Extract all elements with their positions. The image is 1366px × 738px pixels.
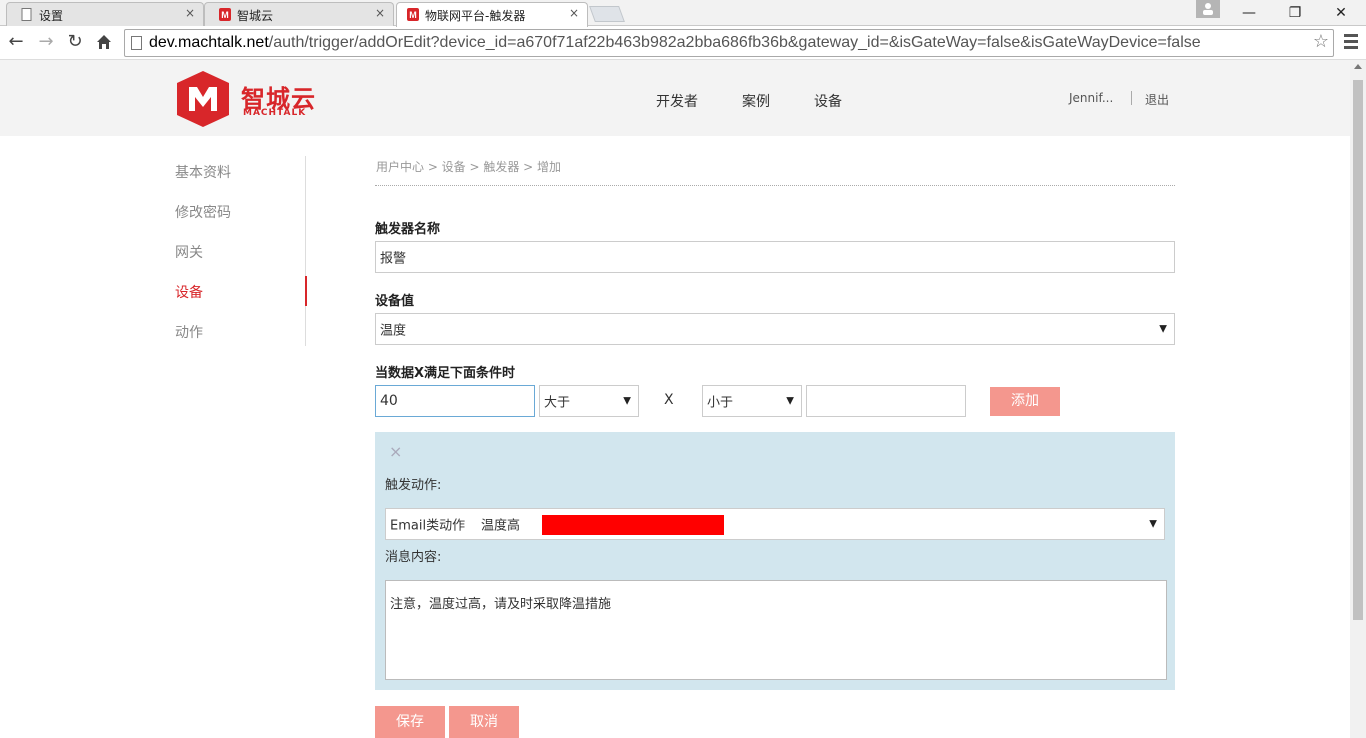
restore-button[interactable]: ❐	[1280, 2, 1310, 24]
condition-operator2-select[interactable]: 小于 ▼	[702, 385, 802, 417]
nav-cases[interactable]: 案例	[742, 91, 770, 111]
forward-arrow-icon[interactable]: →	[34, 30, 58, 54]
menu-icon[interactable]	[1344, 34, 1358, 52]
scroll-up-arrow-icon[interactable]	[1354, 64, 1362, 69]
reload-icon[interactable]: ↻	[63, 30, 87, 54]
url-text: dev.machtalk.net/auth/trigger/addOrEdit?…	[149, 34, 1201, 51]
profile-icon[interactable]	[1196, 0, 1220, 18]
dropdown-arrow-icon: ▼	[623, 395, 631, 407]
add-condition-button[interactable]: 添加	[990, 387, 1060, 416]
page-icon	[131, 36, 142, 50]
redaction-block	[542, 515, 724, 535]
x-label: X	[664, 392, 674, 408]
action-panel: × 触发动作: Email类动作 温度高 ▼ 消息内容: 注意，温度过高，请及时…	[375, 432, 1175, 690]
device-value-label: 设备值	[375, 294, 415, 309]
tab-settings[interactable]: 设置 ×	[6, 2, 204, 26]
svg-text:M: M	[221, 10, 229, 20]
divider	[1131, 91, 1132, 105]
action-select[interactable]: Email类动作 温度高 ▼	[385, 508, 1165, 540]
tab-zhichengyun[interactable]: M 智城云 ×	[204, 2, 394, 26]
dropdown-arrow-icon: ▼	[786, 395, 794, 407]
close-icon[interactable]: ×	[185, 6, 195, 20]
dropdown-arrow-icon: ▼	[1159, 323, 1167, 335]
sidebar-item-profile[interactable]: 基本资料	[175, 162, 231, 182]
dropdown-arrow-icon: ▼	[1149, 518, 1157, 530]
breadcrumb: 用户中心 > 设备 > 触发器 > 增加	[376, 160, 562, 174]
browser-toolbar: ← → ↻ dev.machtalk.net/auth/trigger/addO…	[0, 26, 1366, 60]
scrollbar[interactable]	[1350, 60, 1366, 738]
tab-label: 设置	[39, 9, 64, 23]
cancel-button[interactable]: 取消	[449, 706, 519, 738]
nav-devices[interactable]: 设备	[814, 91, 842, 111]
scrollbar-thumb[interactable]	[1353, 80, 1363, 620]
home-icon[interactable]	[92, 30, 116, 54]
condition-value2-input[interactable]	[806, 385, 966, 417]
new-tab-button[interactable]	[589, 6, 625, 22]
back-arrow-icon[interactable]: ←	[4, 30, 28, 54]
window-close-button[interactable]: ✕	[1326, 2, 1356, 24]
nav-developer[interactable]: 开发者	[656, 91, 698, 111]
save-button[interactable]: 保存	[375, 706, 445, 738]
close-icon[interactable]: ×	[389, 442, 402, 461]
machtalk-favicon-icon: M	[407, 8, 419, 21]
sidebar-item-gateway[interactable]: 网关	[175, 242, 203, 262]
action-label: 触发动作:	[385, 478, 442, 493]
message-label: 消息内容:	[385, 550, 442, 565]
tab-label: 物联网平台-触发器	[425, 9, 526, 23]
trigger-name-label: 触发器名称	[375, 222, 441, 237]
address-bar[interactable]: dev.machtalk.net/auth/trigger/addOrEdit?…	[124, 29, 1334, 57]
sidebar-item-password[interactable]: 修改密码	[175, 202, 231, 222]
divider	[375, 185, 1175, 186]
sidebar: 基本资料 修改密码 网关 设备 动作	[175, 156, 307, 346]
machtalk-favicon-icon: M	[219, 8, 231, 21]
user-name[interactable]: Jennif...	[1069, 91, 1113, 105]
condition-label: 当数据X满足下面条件时	[375, 366, 516, 381]
device-value-select[interactable]: 温度 ▼	[375, 313, 1175, 345]
page-icon	[21, 8, 33, 21]
browser-tabbar: 设置 × M 智城云 × M 物联网平台-触发器 × — ❐ ✕	[0, 0, 1366, 27]
minimize-button[interactable]: —	[1234, 2, 1264, 24]
trigger-name-input[interactable]: 报警	[375, 241, 1175, 273]
sidebar-item-devices[interactable]: 设备	[175, 282, 203, 302]
logout-link[interactable]: 退出	[1145, 91, 1169, 108]
active-indicator	[305, 276, 307, 306]
logo-icon[interactable]	[175, 71, 231, 127]
sidebar-item-actions[interactable]: 动作	[175, 322, 203, 342]
bookmark-star-icon[interactable]: ☆	[1313, 31, 1329, 52]
condition-operator-select[interactable]: 大于 ▼	[539, 385, 639, 417]
tab-label: 智城云	[237, 9, 274, 23]
close-icon[interactable]: ×	[375, 6, 385, 20]
message-textarea[interactable]: 注意，温度过高，请及时采取降温措施	[385, 580, 1167, 680]
condition-value-input[interactable]: 40	[375, 385, 535, 417]
site-header: 智城云 MACHTALK 开发者 案例 设备 Jennif... 退出	[0, 60, 1350, 136]
svg-text:M: M	[409, 10, 417, 20]
logo-subtext: MACHTALK	[243, 108, 307, 118]
tab-iot-trigger[interactable]: M 物联网平台-触发器 ×	[396, 2, 588, 27]
close-icon[interactable]: ×	[569, 6, 579, 20]
